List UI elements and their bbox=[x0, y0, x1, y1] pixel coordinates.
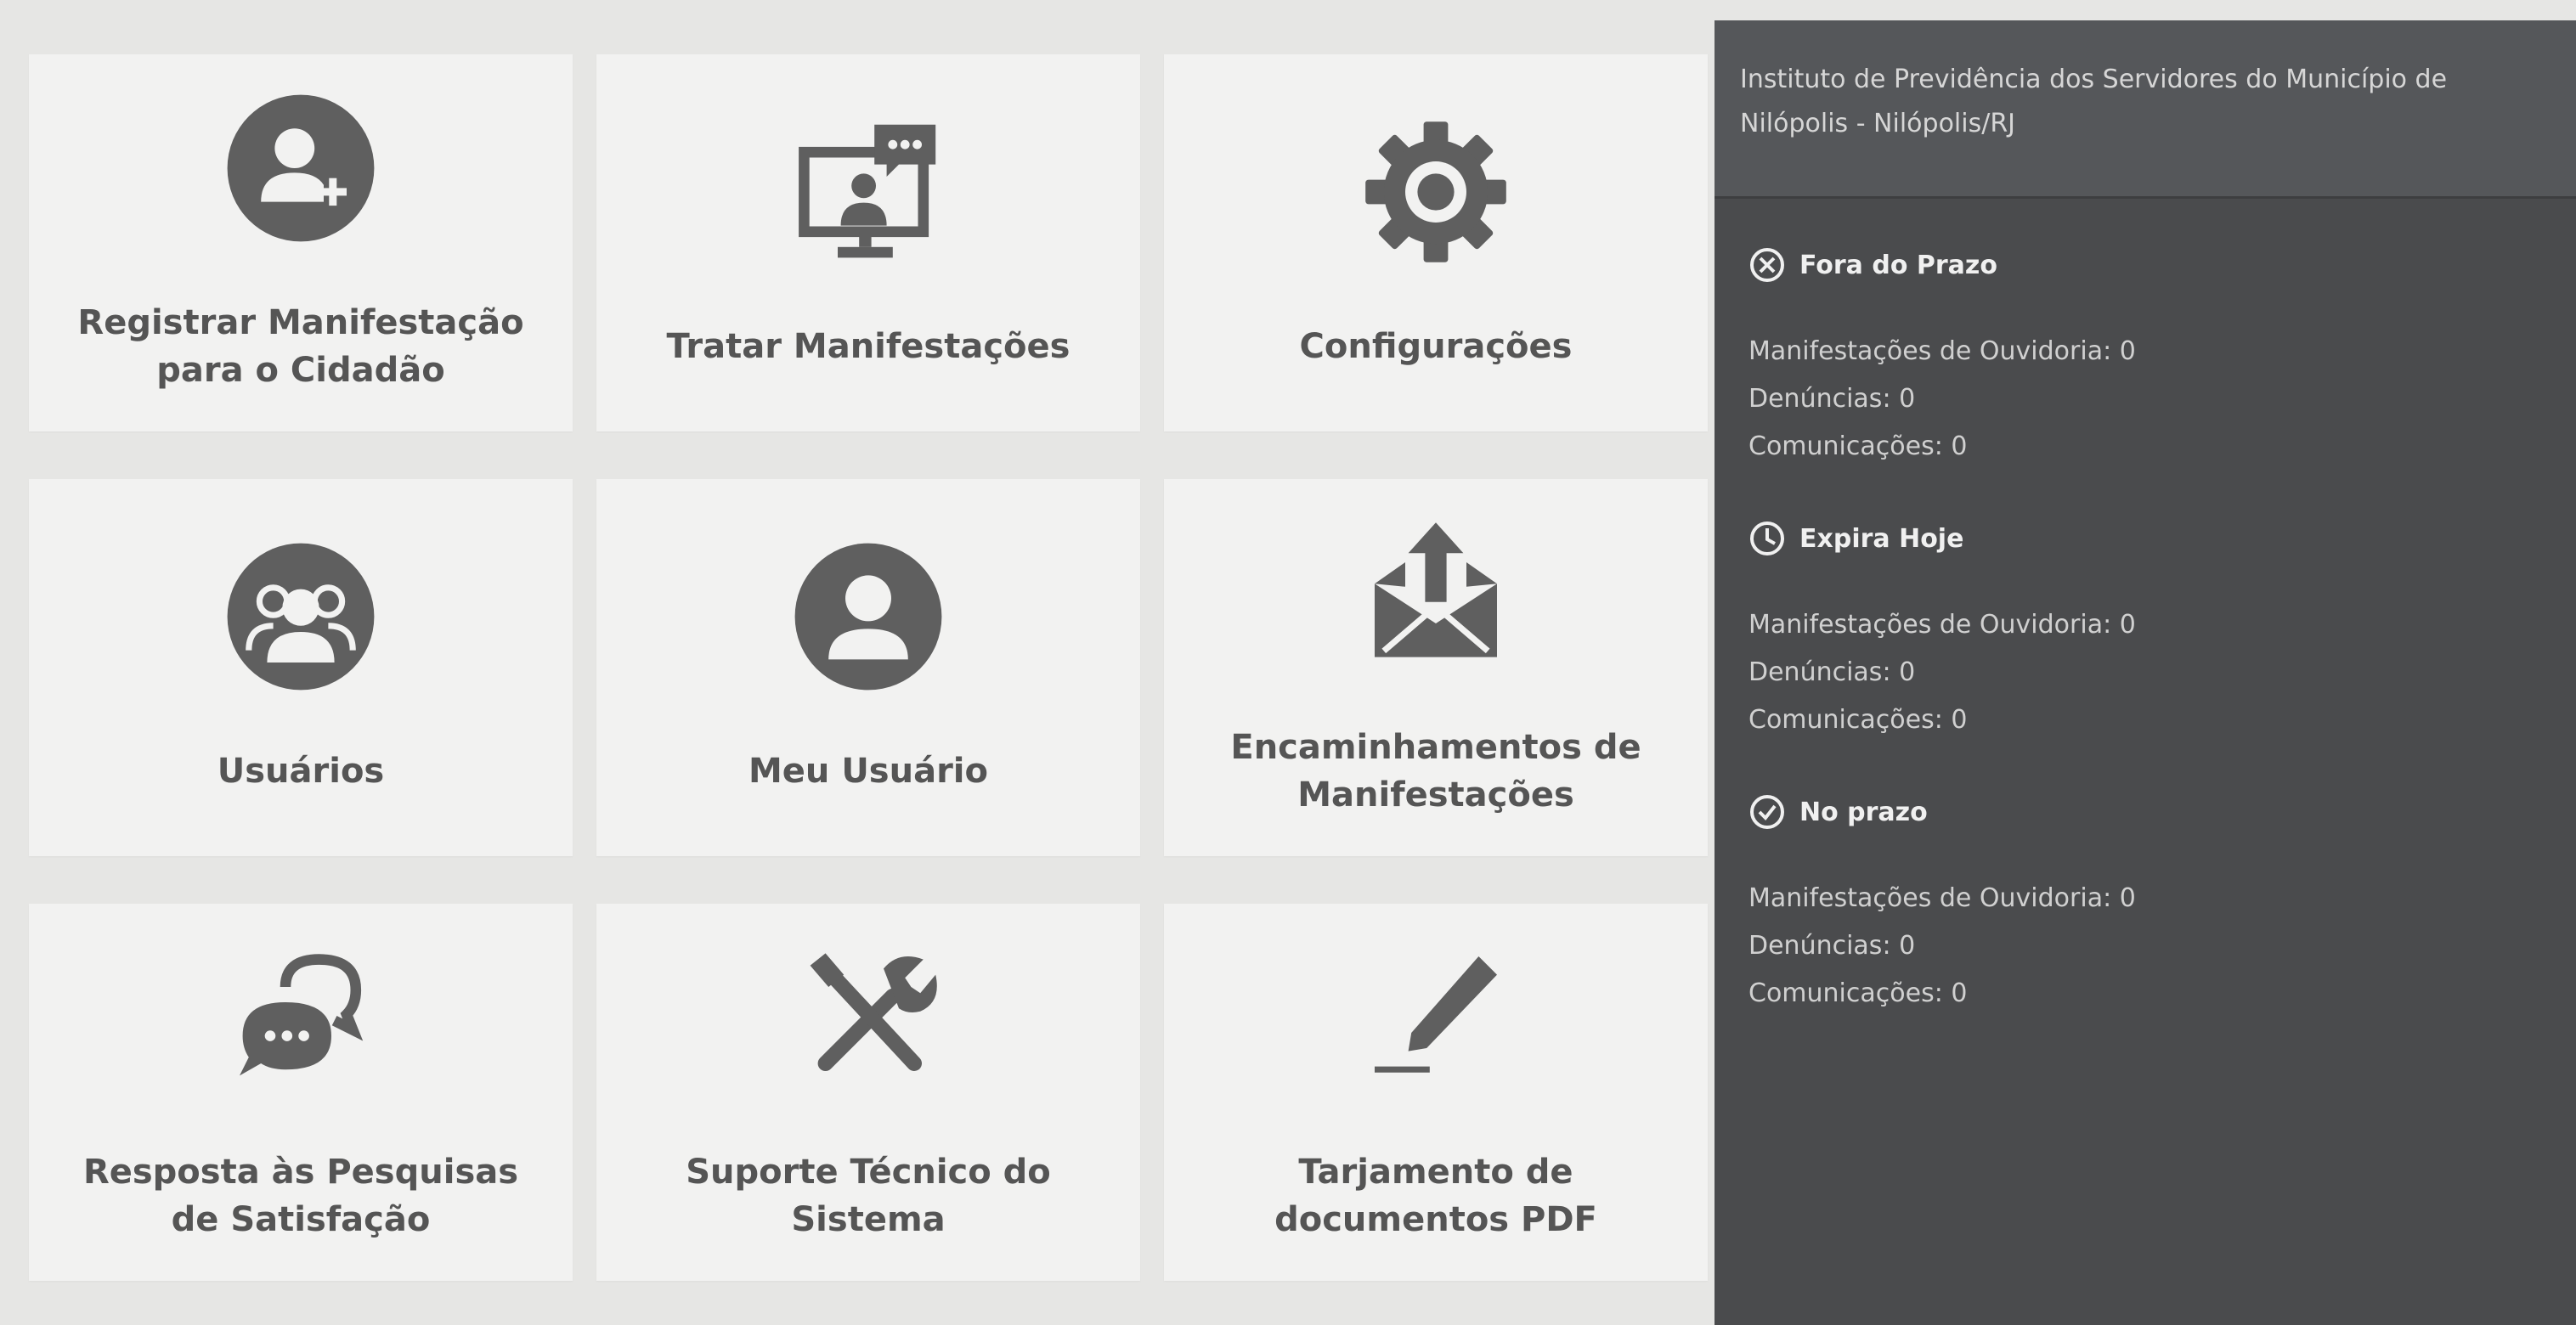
organization-name: Instituto de Previdência dos Servidores … bbox=[1715, 20, 2576, 199]
tile-label: Encaminhamentos de Manifestações bbox=[1230, 728, 1641, 815]
x-circle-icon bbox=[1750, 248, 1784, 282]
tile-label: Tarjamento de documentos PDF bbox=[1274, 1153, 1597, 1239]
tile-registrar-manifestacao[interactable]: Registrar Manifestação para o Cidadão bbox=[29, 54, 573, 431]
tile-label: Configurações bbox=[1299, 327, 1573, 366]
count-denuncias[interactable]: Denúncias: 0 bbox=[1748, 922, 2551, 970]
tools-icon bbox=[792, 941, 945, 1094]
tile-label: Tratar Manifestações bbox=[666, 327, 1071, 366]
status-panel: Instituto de Previdência dos Servidores … bbox=[1715, 20, 2576, 1325]
tile-configuracoes[interactable]: Configurações bbox=[1164, 54, 1708, 431]
pen-icon bbox=[1359, 941, 1512, 1094]
tile-encaminhamentos[interactable]: Encaminhamentos de Manifestações bbox=[1164, 479, 1708, 856]
count-manifestacoes[interactable]: Manifestações de Ouvidoria: 0 bbox=[1748, 328, 2551, 375]
tile-tratar-manifestacoes[interactable]: Tratar Manifestações bbox=[596, 54, 1140, 431]
tile-usuarios[interactable]: Usuários bbox=[29, 479, 573, 856]
user-icon bbox=[792, 540, 945, 693]
tile-label: Resposta às Pesquisas de Satisfação bbox=[82, 1153, 519, 1239]
tile-label: Meu Usuário bbox=[748, 752, 988, 791]
users-icon bbox=[224, 540, 377, 693]
section-title: No prazo bbox=[1799, 797, 1928, 827]
gear-icon bbox=[1359, 116, 1512, 268]
add-user-icon bbox=[224, 92, 377, 245]
tile-tarjamento-pdf[interactable]: Tarjamento de documentos PDF bbox=[1164, 904, 1708, 1281]
check-circle-icon bbox=[1750, 795, 1784, 829]
menu-grid: Registrar Manifestação para o Cidadão Tr… bbox=[29, 54, 1708, 1281]
section-title: Fora do Prazo bbox=[1799, 250, 1997, 280]
tile-meu-usuario[interactable]: Meu Usuário bbox=[596, 479, 1140, 856]
section-fora-do-prazo: Fora do Prazo Manifestações de Ouvidoria… bbox=[1748, 246, 2551, 471]
tile-label: Usuários bbox=[217, 752, 385, 791]
envelope-upload-icon bbox=[1359, 516, 1512, 669]
chat-bubbles-icon bbox=[224, 941, 377, 1094]
tile-suporte-tecnico[interactable]: Suporte Técnico do Sistema bbox=[596, 904, 1140, 1281]
count-manifestacoes[interactable]: Manifestações de Ouvidoria: 0 bbox=[1748, 601, 2551, 649]
count-comunicacoes[interactable]: Comunicações: 0 bbox=[1748, 696, 2551, 744]
section-no-prazo: No prazo Manifestações de Ouvidoria: 0 D… bbox=[1748, 793, 2551, 1018]
count-comunicacoes[interactable]: Comunicações: 0 bbox=[1748, 423, 2551, 471]
tile-label: Registrar Manifestação para o Cidadão bbox=[77, 303, 524, 390]
count-denuncias[interactable]: Denúncias: 0 bbox=[1748, 649, 2551, 696]
section-expira-hoje: Expira Hoje Manifestações de Ouvidoria: … bbox=[1748, 520, 2551, 744]
monitor-chat-icon bbox=[792, 116, 945, 268]
tile-resposta-pesquisas[interactable]: Resposta às Pesquisas de Satisfação bbox=[29, 904, 573, 1281]
count-manifestacoes[interactable]: Manifestações de Ouvidoria: 0 bbox=[1748, 875, 2551, 922]
tile-label: Suporte Técnico do Sistema bbox=[686, 1153, 1051, 1239]
count-comunicacoes[interactable]: Comunicações: 0 bbox=[1748, 970, 2551, 1018]
count-denuncias[interactable]: Denúncias: 0 bbox=[1748, 375, 2551, 423]
clock-icon bbox=[1750, 522, 1784, 555]
section-title: Expira Hoje bbox=[1799, 523, 1964, 554]
